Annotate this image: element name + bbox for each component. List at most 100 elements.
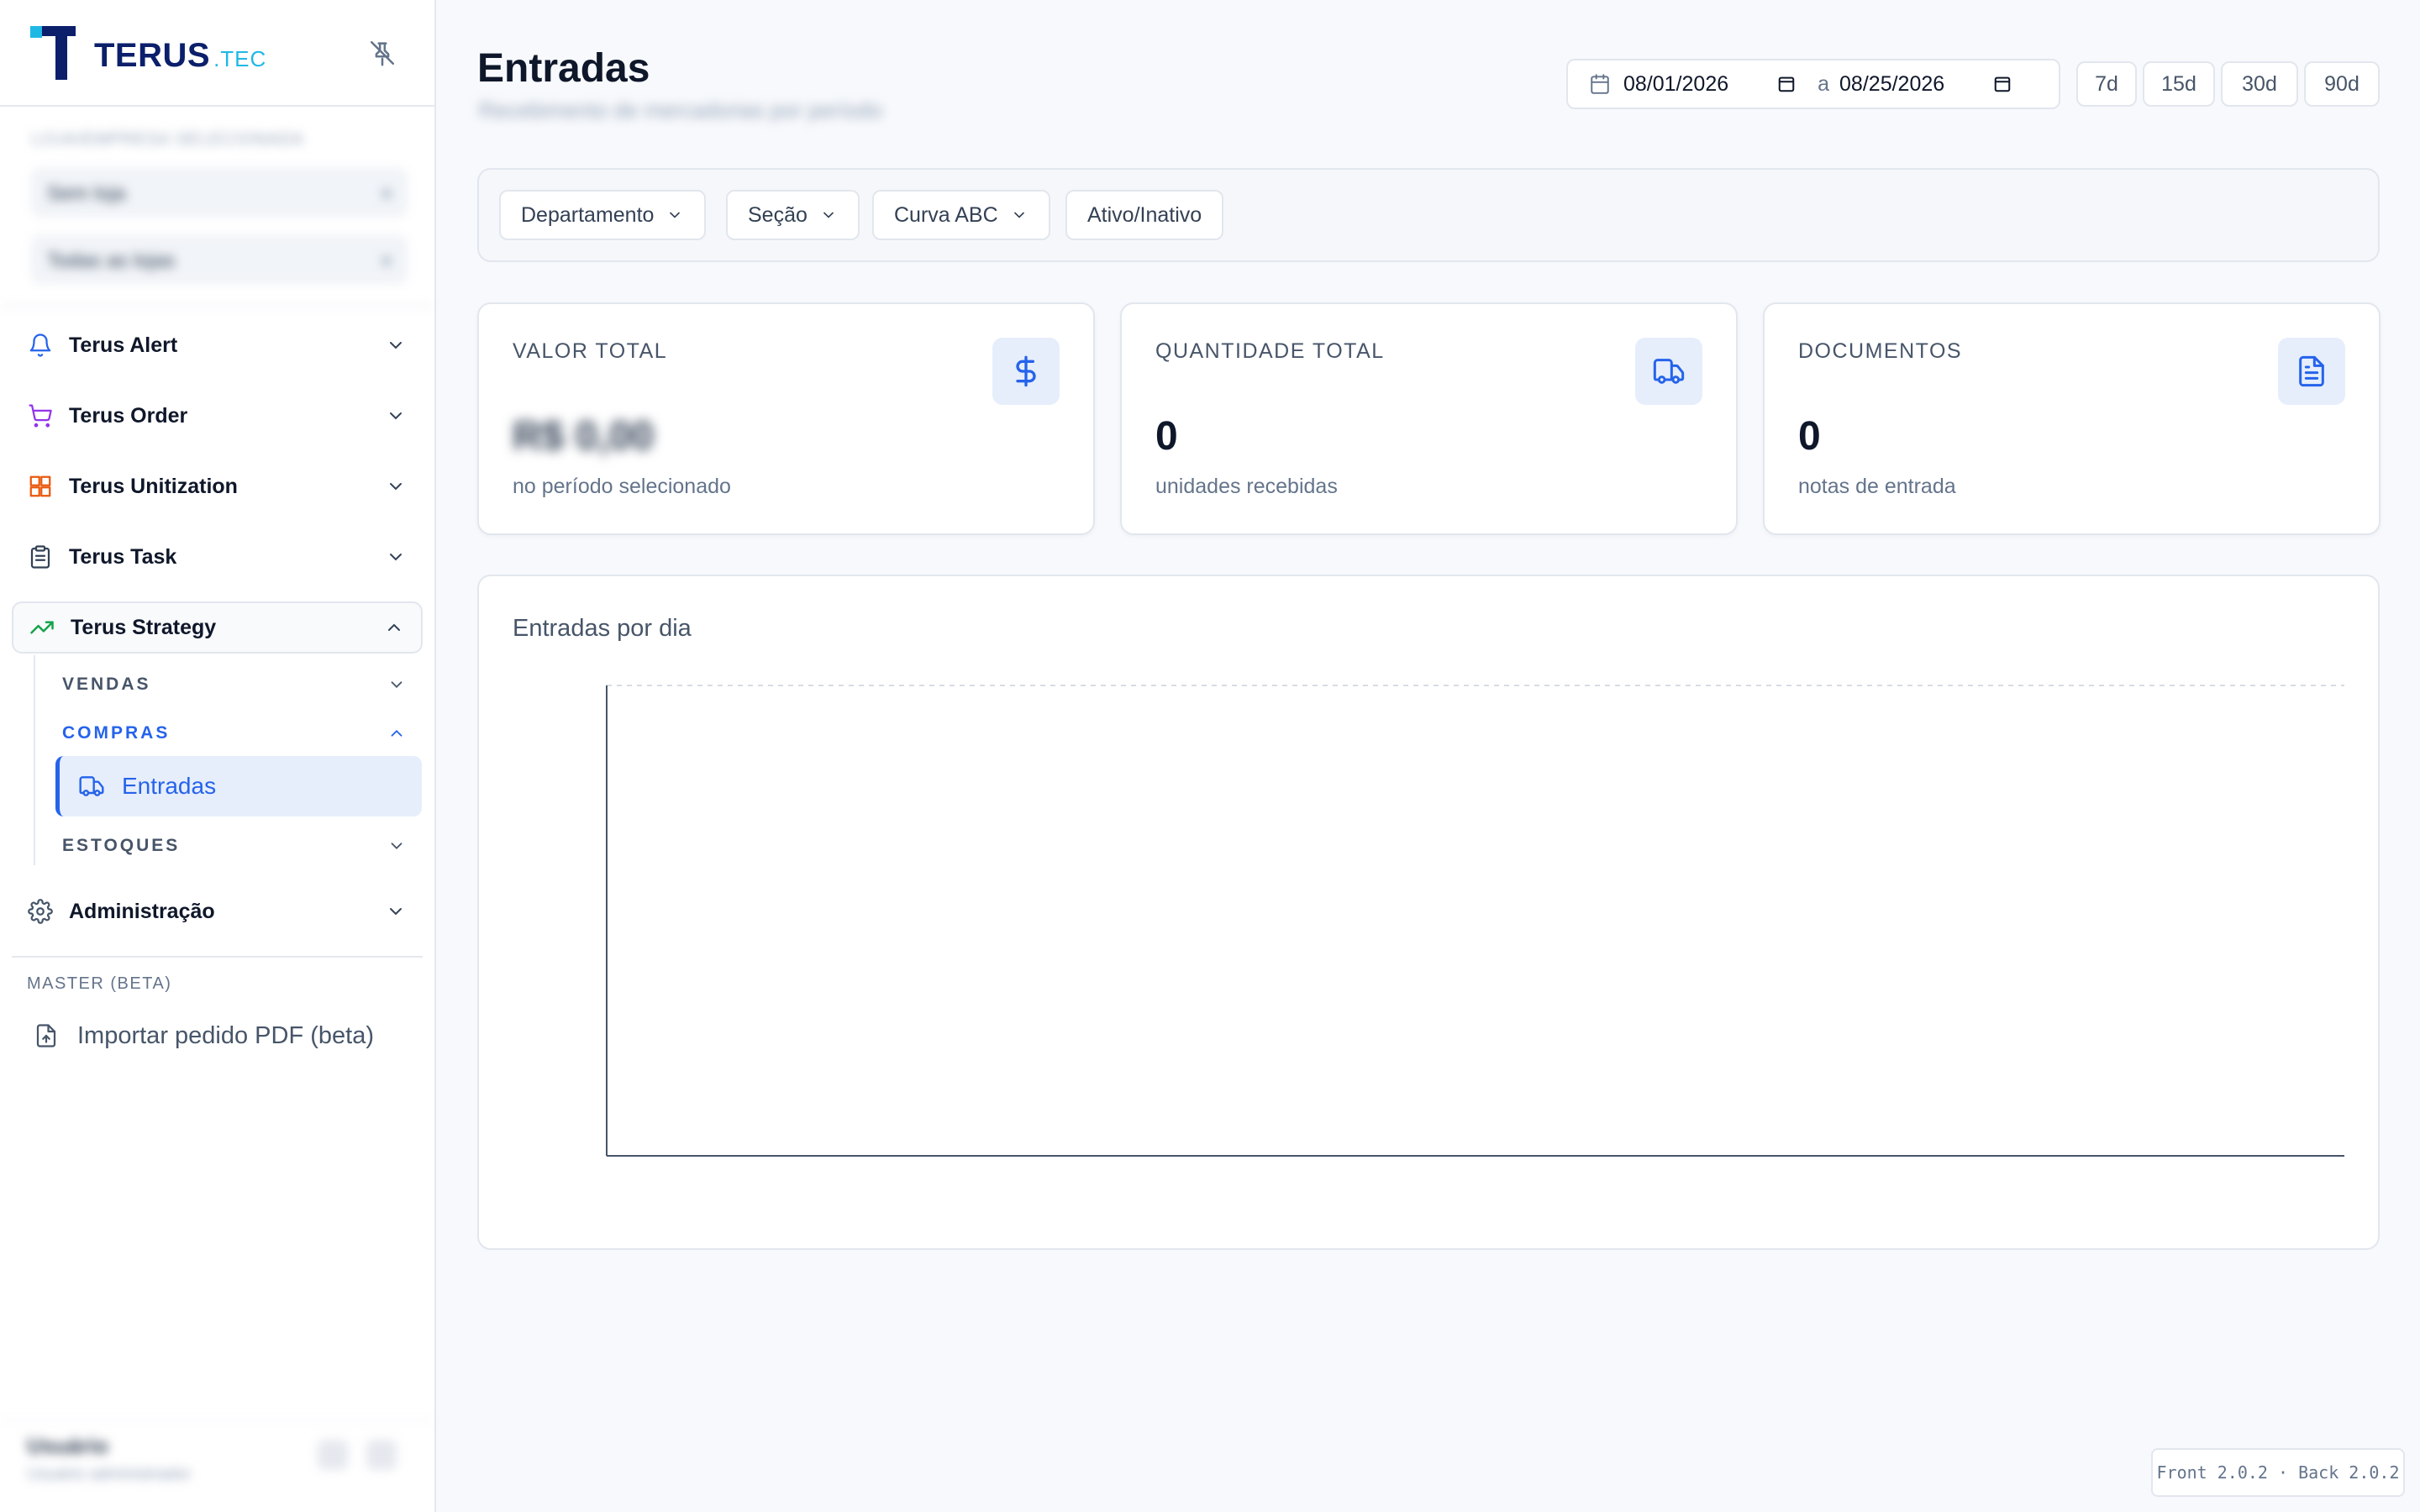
terus-logo-icon <box>30 26 76 80</box>
kpi-subtitle: unidades recebidas <box>1155 475 1338 498</box>
import-pdf-label: Importar pedido PDF (beta) <box>77 1021 374 1049</box>
date-from-input[interactable]: 08/01/2026 <box>1612 72 1797 97</box>
chevron-down-icon <box>386 835 408 857</box>
filter-label: Seção <box>748 202 808 227</box>
user-name: Usuário <box>27 1433 108 1458</box>
chevron-down-icon <box>666 206 684 224</box>
sidebar-item-terus-alert[interactable]: Terus Alert <box>12 319 423 371</box>
kpi-title: QUANTIDADE TOTAL <box>1155 339 1385 363</box>
submenu-vendas[interactable]: VENDAS <box>52 665 423 704</box>
filter-secao[interactable]: Seção <box>726 190 860 240</box>
kpi-card-documentos: DOCUMENTOS 0 notas de entrada <box>1763 302 2381 535</box>
bell-icon <box>26 331 55 360</box>
user-footer: Usuário Usuário administrador <box>0 1420 434 1512</box>
trending-up-icon <box>28 613 56 642</box>
brand-name: TERUS .TEC <box>94 37 266 75</box>
chevron-down-icon <box>384 404 408 428</box>
settings-icon[interactable] <box>318 1440 348 1470</box>
dollar-icon <box>992 338 1060 405</box>
filter-curva-abc[interactable]: Curva ABC <box>872 190 1050 240</box>
sidebar-divider <box>12 956 423 958</box>
sidebar-item-terus-strategy[interactable]: Terus Strategy <box>12 601 423 654</box>
version-badge: Front 2.0.2 · Back 2.0.2 <box>2151 1448 2405 1497</box>
logout-icon[interactable] <box>366 1440 397 1470</box>
preset-90d-button[interactable]: 90d <box>2304 61 2380 107</box>
kpi-title: DOCUMENTOS <box>1798 339 1963 363</box>
preset-15d-button[interactable]: 15d <box>2143 61 2215 107</box>
store-filter-select[interactable]: Todas as lojas ▾ <box>32 236 407 283</box>
filter-ativo-inativo[interactable]: Ativo/Inativo <box>1065 190 1224 240</box>
sidebar-item-entradas[interactable]: Entradas <box>55 756 422 816</box>
date-to-input[interactable]: 08/25/2026 <box>1839 72 2013 97</box>
sidebar-item-label: Terus Alert <box>69 333 178 357</box>
calendar-icon <box>1588 72 1612 96</box>
chevron-down-icon <box>386 674 408 696</box>
unpin-sidebar-button[interactable] <box>366 37 398 69</box>
kpi-value: 0 <box>1798 414 1821 459</box>
kpi-title: VALOR TOTAL <box>513 339 668 363</box>
brand-wordmark: TERUS <box>94 37 211 74</box>
date-range-picker: 08/01/2026 a 08/25/2026 <box>1566 59 2060 109</box>
chevron-up-icon <box>386 722 408 744</box>
chevron-up-icon <box>382 616 406 639</box>
filter-label: Departamento <box>521 202 655 227</box>
submenu-estoques[interactable]: ESTOQUES <box>52 827 423 865</box>
sidebar-item-label: Terus Unitization <box>69 474 238 498</box>
kpi-card-valor-total: VALOR TOTAL R$ 0,00 no período seleciona… <box>477 302 1095 535</box>
cart-icon <box>26 402 55 430</box>
chevron-down-icon: ▾ <box>381 183 392 206</box>
sidebar-item-label: Administração <box>69 899 215 923</box>
submenu-label: COMPRAS <box>62 723 171 743</box>
sidebar-item-label: Terus Order <box>69 403 188 428</box>
brand-header: TERUS .TEC <box>0 0 434 107</box>
date-separator: a <box>1818 71 1830 96</box>
filter-label: Ativo/Inativo <box>1087 202 1202 227</box>
sidebar-item-label: Entradas <box>122 773 217 799</box>
date-from-value: 08/01/2026 <box>1623 71 1729 96</box>
chart-entradas-por-dia: Entradas por dia <box>477 575 2380 1250</box>
chevron-down-icon <box>384 475 408 498</box>
import-pdf-link[interactable]: Importar pedido PDF (beta) <box>12 1010 423 1062</box>
submenu-compras[interactable]: COMPRAS <box>52 714 423 753</box>
calendar-picker-icon[interactable] <box>1776 73 1797 95</box>
sidebar-item-label: Terus Strategy <box>71 615 217 639</box>
document-icon <box>2278 338 2345 405</box>
store-selector: LOJA/EMPRESA SELECIONADA Sem loja ▾ Toda… <box>0 108 434 307</box>
truck-icon <box>1635 338 1702 405</box>
date-to-value: 08/25/2026 <box>1839 71 1945 96</box>
calendar-picker-icon[interactable] <box>1991 73 2013 95</box>
kpi-value: R$ 0,00 <box>513 414 655 459</box>
chart-plot <box>606 685 2344 1157</box>
sidebar-item-administracao[interactable]: Administração <box>12 885 423 937</box>
gear-icon <box>26 897 55 926</box>
filter-bar: Departamento Seção Curva ABC Ativo/Inati… <box>477 168 2380 262</box>
sidebar-item-label: Terus Task <box>69 544 177 569</box>
submenu-label: ESTOQUES <box>62 836 181 855</box>
chevron-down-icon <box>1010 206 1028 224</box>
kpi-subtitle: no período selecionado <box>513 475 731 498</box>
pin-off-icon <box>370 40 395 66</box>
store-filter-value: Todas as lojas <box>47 249 176 272</box>
store-select[interactable]: Sem loja ▾ <box>32 169 407 216</box>
submenu-label: VENDAS <box>62 675 151 694</box>
page-title: Entradas <box>477 46 650 91</box>
kpi-subtitle: notas de entrada <box>1798 475 1956 498</box>
preset-7d-button[interactable]: 7d <box>2076 61 2137 107</box>
main-content: Entradas Recebimento de mercadorias por … <box>436 0 2420 1512</box>
clipboard-icon <box>26 543 55 571</box>
user-role: Usuário administrador <box>27 1465 192 1483</box>
store-selector-label: LOJA/EMPRESA SELECIONADA <box>32 130 305 149</box>
preset-30d-button[interactable]: 30d <box>2221 61 2298 107</box>
kpi-value: 0 <box>1155 414 1178 459</box>
chevron-down-icon: ▾ <box>381 250 392 273</box>
page-subtitle: Recebimento de mercadorias por período <box>479 97 882 123</box>
file-upload-icon <box>32 1021 60 1050</box>
boxes-icon <box>26 472 55 501</box>
chevron-down-icon <box>384 333 408 357</box>
chevron-down-icon <box>384 900 408 923</box>
sidebar-item-terus-order[interactable]: Terus Order <box>12 390 423 442</box>
filter-departamento[interactable]: Departamento <box>499 190 707 240</box>
sidebar-item-terus-unitization[interactable]: Terus Unitization <box>12 460 423 512</box>
sidebar-item-terus-task[interactable]: Terus Task <box>12 531 423 583</box>
sidebar: TERUS .TEC LOJA/EMPRESA SELECIONADA Sem l… <box>0 0 436 1512</box>
